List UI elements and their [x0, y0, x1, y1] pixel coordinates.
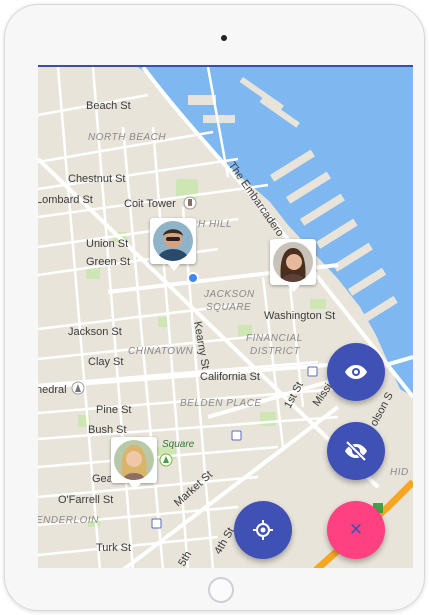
street-lombard: Lombard St	[38, 194, 93, 206]
area-belden: BELDEN PLACE	[180, 398, 262, 409]
avatar-woman-blonde-icon	[114, 440, 154, 480]
cathedral-marker-icon	[71, 381, 85, 395]
street-chestnut: Chestnut St	[68, 173, 125, 185]
tablet-frame: Beach St NORTH BEACH Chestnut St Lombard…	[4, 4, 425, 611]
street-clay: Clay St	[88, 356, 123, 368]
show-contacts-button[interactable]	[327, 343, 385, 401]
area-jackson-1: JACKSON	[203, 289, 255, 300]
street-washington: Washington St	[264, 310, 335, 322]
area-north-beach: NORTH BEACH	[88, 132, 166, 143]
close-button[interactable]: ✕	[327, 501, 385, 559]
home-button[interactable]	[208, 577, 234, 603]
hide-contacts-button[interactable]	[327, 422, 385, 480]
street-union: Union St	[86, 238, 128, 250]
area-financial-2: DISTRICT	[250, 346, 301, 357]
contact-pin-woman-brunette[interactable]	[270, 239, 316, 292]
area-telegraph-hill: H HILL	[198, 219, 232, 230]
poi-cathedral: hedral	[38, 384, 67, 396]
area-tenderloin: ENDERLOIN	[38, 515, 99, 526]
area-hid: HID	[390, 467, 409, 478]
contact-pin-man[interactable]	[150, 218, 196, 271]
my-location-icon	[253, 520, 273, 540]
area-jackson-2: SQUARE	[206, 302, 251, 313]
street-green: Green St	[86, 256, 130, 268]
street-turk: Turk St	[96, 542, 131, 554]
street-california: California St	[200, 371, 260, 383]
contact-pin-woman-blonde[interactable]	[111, 437, 157, 490]
street-bush: Bush St	[88, 424, 127, 436]
close-icon: ✕	[348, 520, 364, 540]
map-screen[interactable]: Beach St NORTH BEACH Chestnut St Lombard…	[38, 65, 413, 568]
coit-tower-marker-icon	[183, 196, 197, 210]
avatar-man-icon	[153, 221, 193, 261]
park-tree-icon	[159, 453, 173, 467]
poi-square: Square	[162, 439, 195, 450]
street-pine: Pine St	[96, 404, 131, 416]
eye-off-icon	[345, 440, 367, 462]
my-location-button[interactable]	[234, 501, 292, 559]
map-canvas[interactable]: Beach St NORTH BEACH Chestnut St Lombard…	[38, 67, 413, 568]
area-financial-1: FINANCIAL	[246, 333, 303, 344]
camera	[221, 35, 227, 41]
avatar-woman-brunette-icon	[273, 242, 313, 282]
eye-icon	[345, 365, 367, 379]
area-chinatown: CHINATOWN	[128, 346, 194, 357]
poi-coit-tower: Coit Tower	[124, 198, 176, 210]
current-location-dot	[187, 272, 199, 284]
street-jackson: Jackson St	[68, 326, 122, 338]
street-beach: Beach St	[86, 100, 131, 112]
street-ofarrell: O'Farrell St	[58, 494, 113, 506]
